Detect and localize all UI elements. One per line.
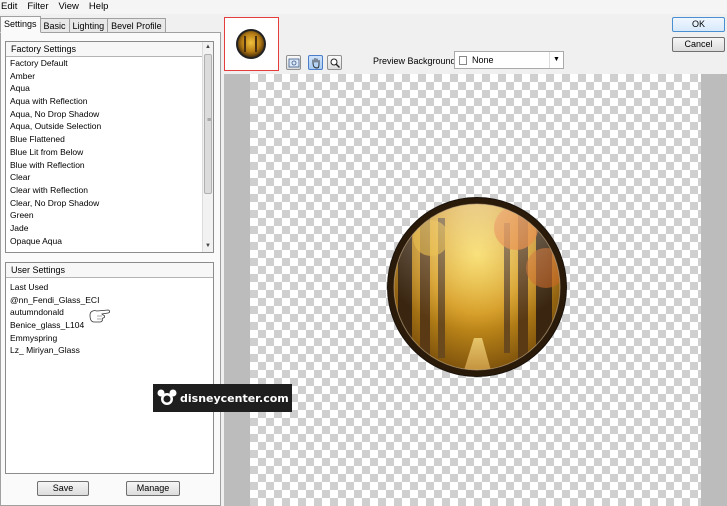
- list-item[interactable]: Opaque Aqua: [10, 235, 213, 248]
- menu-edit[interactable]: Edit: [0, 0, 22, 14]
- background-swatch-icon: [459, 56, 467, 65]
- watermark: disneycenter.com: [153, 384, 292, 412]
- list-item[interactable]: @nn_Fendi_Glass_ECI: [10, 294, 213, 307]
- zoom-tool-button[interactable]: [327, 55, 342, 70]
- pointing-hand-icon: [89, 309, 110, 323]
- list-item[interactable]: Clear with Reflection: [10, 184, 213, 197]
- pan-tool-button[interactable]: [308, 55, 323, 70]
- scroll-down-arrow-icon[interactable]: ▼: [203, 241, 213, 252]
- menu-view[interactable]: View: [54, 0, 84, 14]
- zoom-fit-icon: [288, 58, 300, 68]
- list-item[interactable]: Factory Default: [10, 57, 213, 70]
- scroll-thumb[interactable]: [204, 54, 213, 194]
- menu-help[interactable]: Help: [84, 0, 114, 14]
- tab-strip: Settings Basic Lighting Bevel Profile: [0, 16, 166, 33]
- factory-settings-list[interactable]: Factory Settings Factory Default Amber A…: [5, 41, 214, 253]
- manage-button[interactable]: Manage: [126, 481, 180, 496]
- ok-button[interactable]: OK: [672, 17, 725, 32]
- list-item[interactable]: Clear, No Drop Shadow: [10, 197, 213, 210]
- list-item[interactable]: Aqua: [10, 82, 213, 95]
- glass-orb-preview: [387, 197, 567, 377]
- list-item[interactable]: Blue Flattened: [10, 133, 213, 146]
- preview-area[interactable]: [224, 74, 727, 506]
- cancel-button[interactable]: Cancel: [672, 37, 725, 52]
- tab-settings[interactable]: Settings: [0, 16, 41, 33]
- list-item[interactable]: Jade: [10, 222, 213, 235]
- list-item[interactable]: Green: [10, 209, 213, 222]
- user-settings-list[interactable]: User Settings Last Used @nn_Fendi_Glass_…: [5, 262, 214, 474]
- thumbnail-image: [236, 29, 266, 59]
- user-settings-header: User Settings: [6, 263, 213, 278]
- list-item[interactable]: Aqua with Reflection: [10, 95, 213, 108]
- list-item[interactable]: Aqua, Outside Selection: [10, 120, 213, 133]
- list-item[interactable]: Last Used: [10, 281, 213, 294]
- preview-background-value: None: [472, 55, 494, 65]
- tab-basic[interactable]: Basic: [39, 18, 70, 33]
- factory-settings-header: Factory Settings: [6, 42, 213, 57]
- list-item[interactable]: Emmyspring: [10, 332, 213, 345]
- tab-bevel-profile[interactable]: Bevel Profile: [107, 18, 166, 33]
- zoom-fit-button[interactable]: [286, 55, 301, 70]
- list-item[interactable]: Clear: [10, 171, 213, 184]
- preview-thumbnail[interactable]: [224, 17, 279, 71]
- scroll-up-arrow-icon[interactable]: ▲: [203, 42, 213, 53]
- list-item[interactable]: Blue Lit from Below: [10, 146, 213, 159]
- save-button[interactable]: Save: [37, 481, 89, 496]
- menu-bar: Edit Filter View Help: [0, 0, 727, 14]
- hand-pan-icon: [312, 58, 320, 69]
- transparency-checkerboard: [250, 74, 701, 506]
- settings-panel: Factory Settings Factory Default Amber A…: [0, 32, 221, 506]
- list-item[interactable]: Lz_ Miriyan_Glass: [10, 344, 213, 357]
- preview-background-select[interactable]: None ▼: [454, 51, 564, 69]
- factory-scrollbar[interactable]: ▲ ▼: [202, 42, 213, 252]
- list-item[interactable]: Amber: [10, 70, 213, 83]
- mouse-ears-logo-icon: [157, 389, 177, 405]
- preview-background-label: Preview Background:: [373, 56, 459, 66]
- watermark-text: disneycenter.com: [180, 391, 289, 405]
- menu-filter[interactable]: Filter: [22, 0, 53, 14]
- magnifier-icon: [330, 58, 340, 68]
- list-item[interactable]: Aqua, No Drop Shadow: [10, 108, 213, 121]
- list-item[interactable]: Blue with Reflection: [10, 159, 213, 172]
- chevron-down-icon[interactable]: ▼: [549, 52, 563, 68]
- tab-lighting[interactable]: Lighting: [68, 18, 109, 33]
